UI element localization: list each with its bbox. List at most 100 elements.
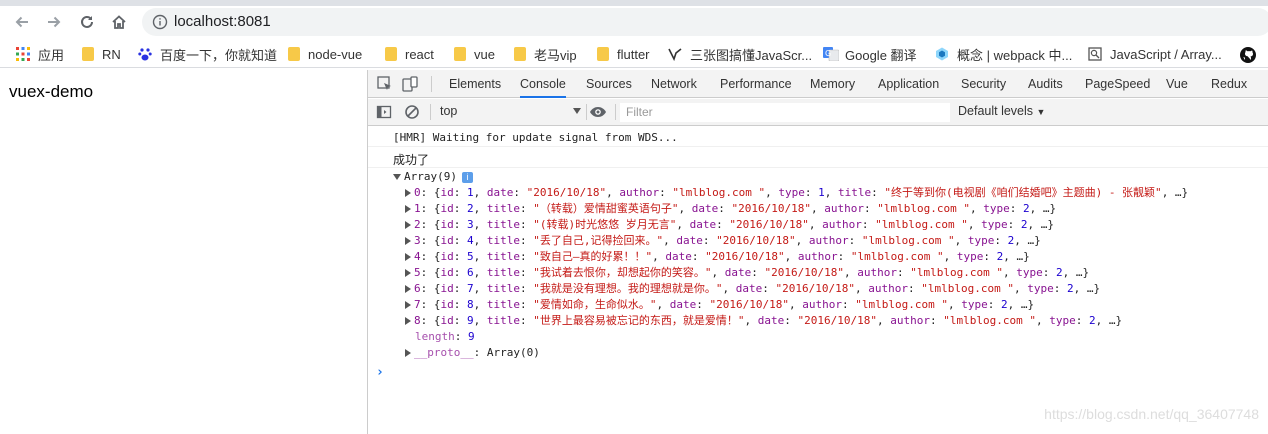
colon: : { [420, 266, 441, 279]
inspect-element-icon[interactable] [377, 76, 393, 92]
home-button[interactable] [107, 10, 131, 34]
chevron-down-icon[interactable] [573, 108, 581, 114]
array-proto[interactable]: __proto__: Array(0) [405, 345, 540, 361]
colon: : [994, 234, 1008, 247]
colon: : [453, 250, 467, 263]
tab-console[interactable]: Console [520, 70, 566, 98]
context-selector[interactable]: top [440, 104, 457, 118]
array-item-row[interactable]: 7: {id: 8, title: "爱情如命，生命似水。", date: "2… [405, 297, 1034, 313]
expand-triangle-icon[interactable] [405, 349, 411, 357]
expand-triangle-icon[interactable] [405, 237, 411, 245]
key: title [486, 314, 520, 327]
bookmark-github[interactable] [1240, 45, 1262, 63]
array-item-row[interactable]: 0: {id: 1, date: "2016/10/18", author: "… [405, 185, 1188, 201]
device-toggle-icon[interactable] [402, 76, 418, 92]
bookmark-baidu[interactable]: 百度一下，你就知道 [138, 45, 277, 63]
key: author [797, 250, 838, 263]
page-viewport: vuex-demo [0, 70, 367, 434]
array-item-row[interactable]: 1: {id: 2, title: "（转载）爱情甜蜜英语句子", date: … [405, 201, 1056, 217]
array-item-row[interactable]: 2: {id: 3, title: "(转载)时光悠悠 岁月无言", date:… [405, 217, 1054, 233]
console-prompt-icon[interactable]: › [376, 365, 384, 380]
key: author [619, 186, 660, 199]
bookmark-flutter[interactable]: flutter [597, 45, 650, 63]
tab-application[interactable]: Application [878, 70, 939, 98]
colon: : [453, 282, 467, 295]
bookmark-vue[interactable]: vue [454, 45, 495, 63]
sidebar-toggle-icon[interactable] [376, 104, 392, 120]
tail: , …} [1003, 250, 1030, 263]
key: date [757, 314, 785, 327]
info-icon[interactable] [152, 14, 168, 33]
expand-triangle-icon[interactable] [405, 285, 411, 293]
tab-security[interactable]: Security [961, 70, 1006, 98]
filter-input[interactable]: Filter [620, 103, 950, 122]
tab-memory[interactable]: Memory [810, 70, 855, 98]
colon: : [871, 186, 885, 199]
expand-triangle-icon[interactable] [405, 221, 411, 229]
key: date [691, 202, 719, 215]
bookmark-js-article[interactable]: 三张图搞懂JavaScr... [668, 45, 812, 63]
success-message: 成功了 [393, 153, 430, 167]
tab-pagespeed[interactable]: PageSpeed [1085, 70, 1150, 98]
folder-icon [288, 47, 300, 61]
expand-triangle-icon[interactable] [405, 253, 411, 261]
array-item-row[interactable]: 4: {id: 5, title: "致自己—真的好累！！", date: "2… [405, 249, 1030, 265]
colon: : [751, 266, 765, 279]
expand-triangle-icon[interactable] [393, 174, 401, 180]
colon: : [520, 298, 534, 311]
bookmark-label: vue [474, 46, 495, 62]
tail: , …} [1161, 186, 1189, 199]
toolbar-divider [615, 104, 616, 120]
bookmark-rn[interactable]: RN [82, 45, 121, 63]
tab-redux[interactable]: Redux [1211, 70, 1247, 98]
log-levels-dropdown[interactable]: Default levels ▼ [958, 104, 1045, 118]
tab-elements[interactable]: Elements [449, 70, 501, 98]
array-item-row[interactable]: 5: {id: 6, title: "我试着去恨你，却想起你的笑容。", dat… [405, 265, 1089, 281]
comma: , [744, 314, 758, 327]
bookmark-node-vue[interactable]: node-vue [288, 45, 362, 63]
colon: : [861, 218, 876, 231]
expand-triangle-icon[interactable] [405, 317, 411, 325]
expand-triangle-icon[interactable] [405, 205, 411, 213]
array-item-row[interactable]: 6: {id: 7, title: "我就是没有理想。我的理想就是你。", da… [405, 281, 1100, 297]
folder-icon [385, 47, 397, 61]
expand-triangle-icon[interactable] [405, 269, 411, 277]
clear-console-icon[interactable] [404, 104, 420, 120]
array-header[interactable]: Array(9) i [393, 169, 473, 185]
key: title [837, 186, 872, 199]
eye-icon[interactable] [589, 104, 606, 120]
key-id: id [440, 282, 454, 295]
value: 2 [1000, 298, 1008, 311]
array-item-row[interactable]: 8: {id: 9, title: "世界上最容易被忘记的东西，就是爱情！" , … [405, 313, 1122, 329]
expand-triangle-icon[interactable] [405, 301, 411, 309]
back-button[interactable] [10, 10, 34, 34]
tab-vue[interactable]: Vue [1166, 70, 1188, 98]
key: author [802, 298, 842, 311]
tab-network[interactable]: Network [651, 70, 697, 98]
value: 2 [1088, 314, 1096, 327]
colon: : [1075, 314, 1089, 327]
colon: : [453, 234, 467, 247]
bookmark-mdn-array[interactable]: JavaScript / Array... [1088, 45, 1222, 63]
forward-button[interactable] [42, 10, 66, 34]
omnibox[interactable]: localhost:8081 [142, 8, 1268, 36]
bookmark-laoma[interactable]: 老马vip [514, 45, 577, 63]
colon: : [691, 250, 706, 263]
expand-triangle-icon[interactable] [405, 189, 411, 197]
key: date [689, 218, 717, 231]
key-id: id [440, 218, 454, 231]
array-item-row[interactable]: 3: {id: 4, title: "丢了自己,记得捡回来。", date: "… [405, 233, 1041, 249]
bookmark-label: 百度一下，你就知道 [160, 47, 278, 63]
bookmark-apps[interactable]: 应用 [16, 45, 64, 63]
comma: , [795, 234, 809, 247]
bookmark-react[interactable]: react [385, 45, 434, 63]
tab-performance[interactable]: Performance [720, 70, 792, 98]
reload-button[interactable] [75, 10, 99, 34]
proto-key: __proto__ [414, 346, 474, 359]
bookmark-webpack[interactable]: 概念 | webpack 中... [935, 45, 1072, 63]
value: "致自己—真的好累！！" [533, 250, 653, 263]
value: 2 [1055, 266, 1063, 279]
tab-sources[interactable]: Sources [586, 70, 632, 98]
bookmark-google-translate[interactable]: G Google 翻译 [823, 45, 917, 63]
tab-audits[interactable]: Audits [1028, 70, 1063, 98]
